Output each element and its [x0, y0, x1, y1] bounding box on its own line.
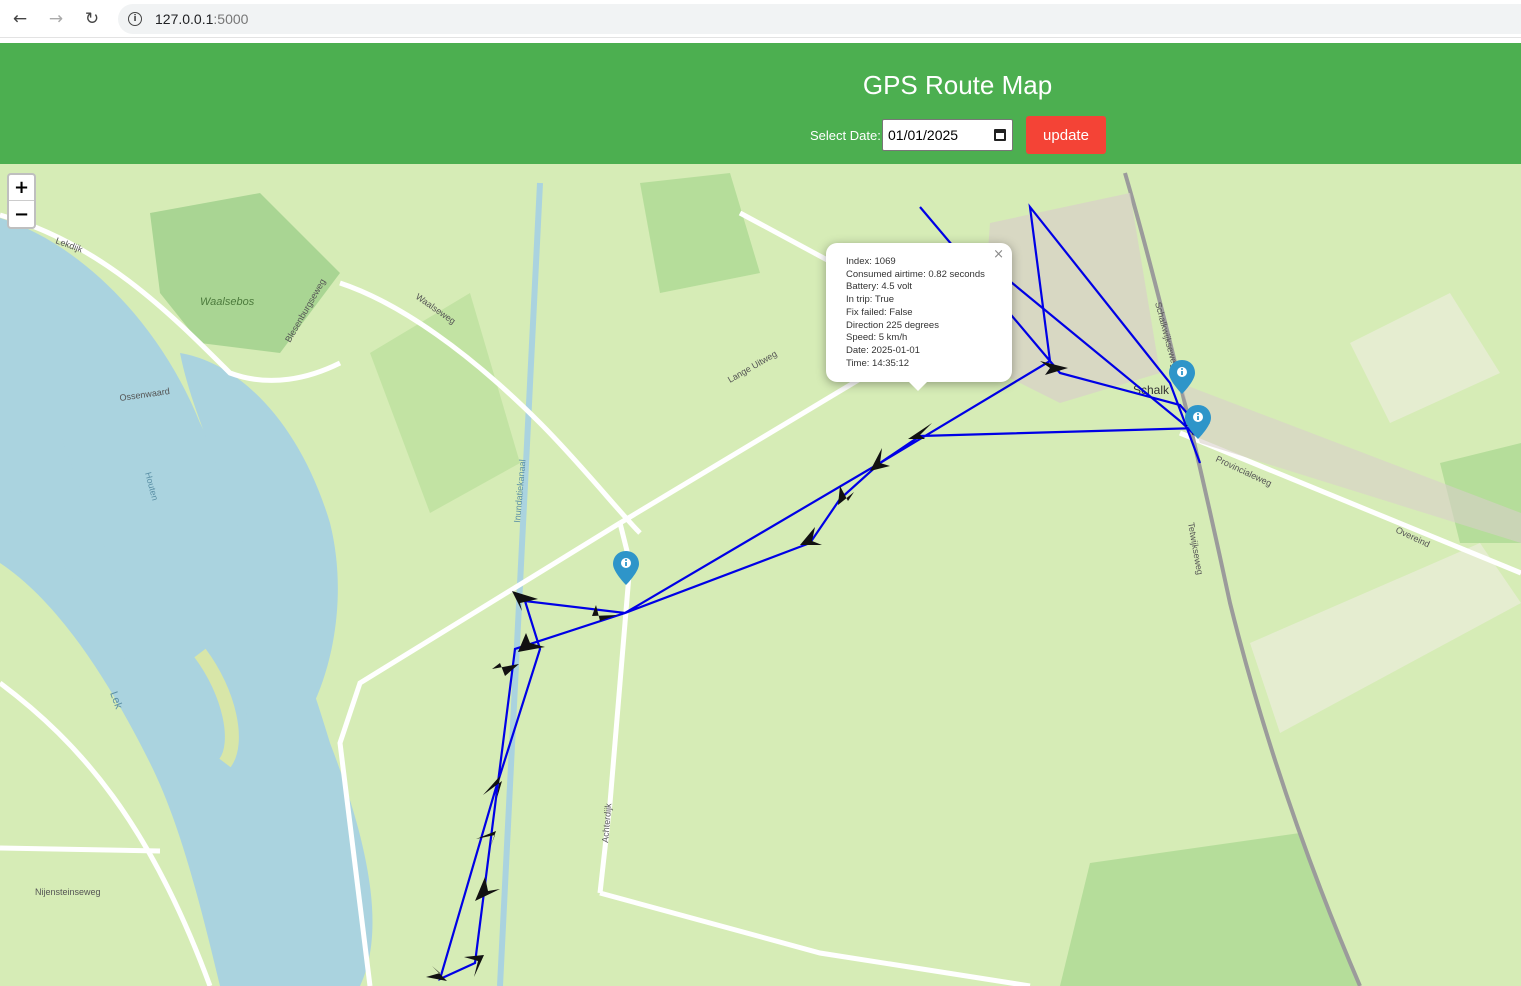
popup-date: Date: 2025-01-01 — [846, 344, 920, 356]
browser-toolbar: ← → ↻ i 127.0.0.1:5000 — [0, 0, 1521, 38]
popup-airtime: Consumed airtime: 0.82 seconds — [846, 268, 985, 280]
url-text: 127.0.0.1:5000 — [155, 11, 249, 27]
address-bar[interactable]: i 127.0.0.1:5000 — [118, 4, 1521, 34]
zoom-control: + − — [7, 173, 36, 229]
page: GPS Route Map Select Date: 01/01/2025 up… — [0, 43, 1521, 986]
date-label: Select Date: — [810, 128, 881, 143]
popup-time: Time: 14:35:12 — [846, 357, 910, 369]
popup-index: Index: 1069 — [846, 256, 896, 267]
zoom-out-button[interactable]: − — [9, 201, 34, 227]
date-input[interactable]: 01/01/2025 — [882, 119, 1013, 151]
popup-speed: Speed: 5 km/h — [846, 332, 908, 344]
popup-fix-failed: Fix failed: False — [846, 306, 913, 318]
forward-arrow-icon[interactable]: → — [44, 7, 68, 31]
label-nijensteinseweg: Nijensteinseweg — [35, 887, 101, 897]
info-icon[interactable]: i — [128, 12, 142, 26]
label-waalsebos: Waalsebos — [200, 296, 255, 308]
map[interactable]: Lekdijk Waalsebos Waalseweg Ossenwaard L… — [0, 164, 1521, 986]
popup-direction: Direction 225 degrees — [846, 319, 939, 331]
page-title: GPS Route Map — [862, 70, 1053, 100]
calendar-icon[interactable] — [994, 129, 1006, 141]
marker-popup: × Index: 1069 Consumed airtime: 0.82 sec… — [826, 243, 1012, 382]
update-button[interactable]: update — [1026, 116, 1106, 154]
popup-tip — [908, 381, 928, 391]
popup-battery: Battery: 4.5 volt — [846, 281, 913, 293]
back-arrow-icon[interactable]: ← — [8, 7, 32, 31]
reload-icon[interactable]: ↻ — [80, 7, 104, 31]
popup-in-trip: In trip: True — [846, 294, 895, 306]
app-header: GPS Route Map Select Date: 01/01/2025 up… — [0, 43, 1521, 164]
zoom-in-button[interactable]: + — [9, 175, 34, 201]
popup-close-button[interactable]: × — [993, 247, 1004, 262]
map-canvas: Lekdijk Waalsebos Waalseweg Ossenwaard L… — [0, 164, 1521, 986]
date-value: 01/01/2025 — [888, 127, 959, 143]
